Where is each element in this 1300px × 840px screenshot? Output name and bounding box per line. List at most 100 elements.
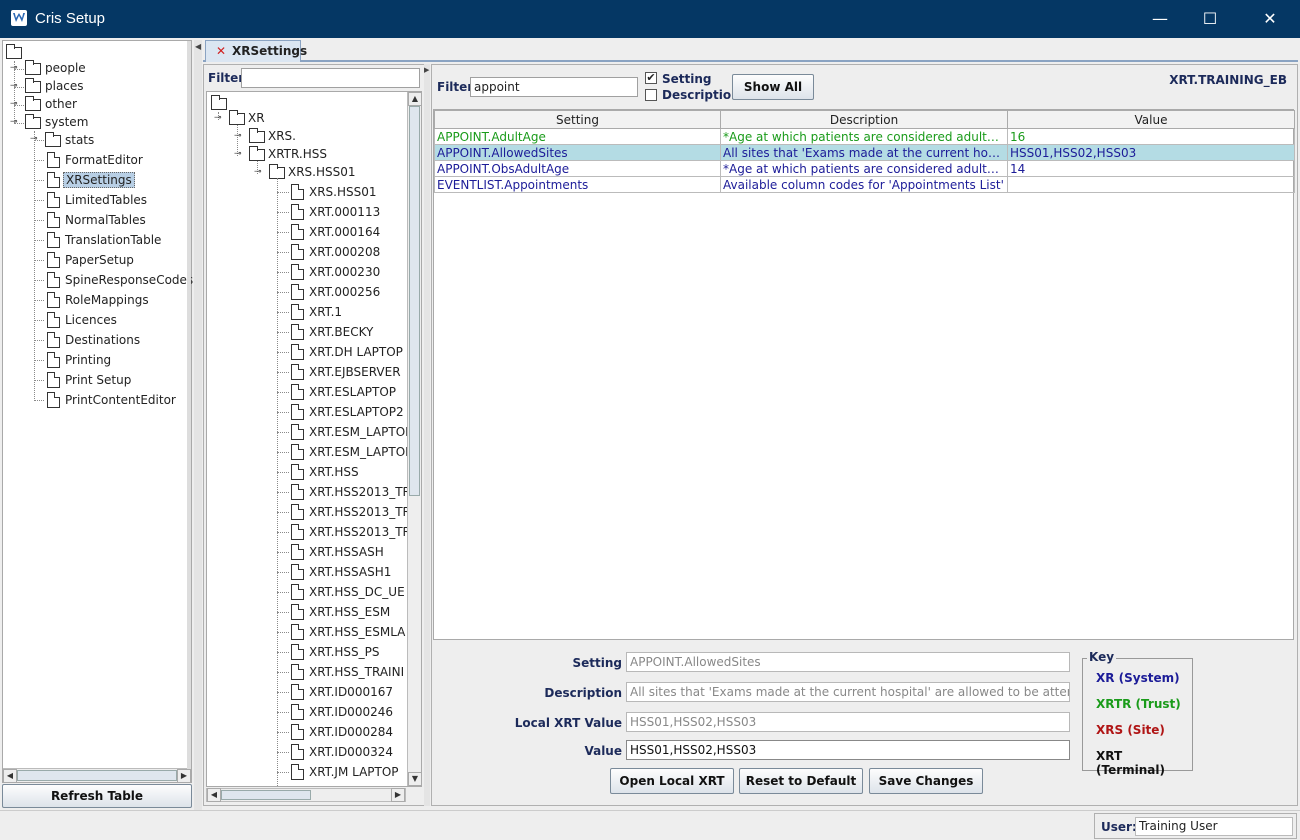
table-row[interactable]: APPOINT.AdultAge *Age at which patients a… [434,128,1295,145]
cell-setting[interactable]: EVENTLIST.Appointments [434,176,721,193]
tree-node-terminal[interactable]: XRT.HSS2013_TR [307,483,409,501]
tree-node-licences[interactable]: Licences [63,311,119,329]
cell-setting[interactable]: APPOINT.ObsAdultAge [434,160,721,177]
tree-node-folder[interactable]: XRTR.HSS [266,145,329,163]
terminal-tree-vscrollbar[interactable]: ▲ ▼ [407,92,421,786]
tree-node-terminal[interactable]: XRT.1 [307,303,409,321]
expand-toggle-icon[interactable]: ⊸ [234,132,243,141]
tree-node-terminal[interactable]: XRT.HSS_PS [307,643,409,661]
tree-filter-input[interactable] [241,68,420,88]
close-window-button[interactable]: ✕ [1244,0,1296,38]
tree-node-terminal[interactable]: XRS.HSS01 [307,183,409,201]
tree-node-terminal[interactable]: XRT.HSSASH [307,543,409,561]
tree-node-formateditor[interactable]: FormatEditor [63,151,145,169]
tree-node-folder[interactable]: XR [246,109,267,127]
table-row[interactable]: APPOINT.ObsAdultAge *Age at which patient… [434,160,1295,177]
tree-node-people[interactable]: people [43,59,88,77]
tree-node-terminal[interactable]: XRT.ESM_LAPTOP [307,443,409,461]
tree-node-terminal[interactable]: XRT.JM LAPTOP [307,763,409,781]
scroll-left-arrow-icon[interactable]: ◀ [3,769,17,783]
settings-filter-input[interactable]: appoint [470,77,638,97]
tree-node-places[interactable]: places [43,77,86,95]
tree-node-limitedtables[interactable]: LimitedTables [63,191,149,209]
cell-setting[interactable]: APPOINT.AdultAge [434,128,721,145]
tree-node-rolemappings[interactable]: RoleMappings [63,291,151,309]
scroll-down-arrow-icon[interactable]: ▼ [408,772,421,786]
left-tree-hscrollbar[interactable]: ◀ ▶ [3,768,191,783]
open-local-xrt-button[interactable]: Open Local XRT [610,768,734,794]
tree-node-terminal[interactable]: XRT.ID000167 [307,683,409,701]
minimize-button[interactable]: — [1134,0,1186,38]
cell-value[interactable]: HSS01,HSS02,HSS03 [1007,144,1295,161]
tree-node-terminal[interactable]: XRT.DH LAPTOP [307,343,409,361]
expand-toggle-icon[interactable]: ⊸ [10,64,19,73]
terminal-tree-hscroll-thumb[interactable] [221,790,311,800]
expand-toggle-icon[interactable]: ⊸ [10,100,19,109]
tree-node-stats[interactable]: stats [63,131,96,149]
cell-description[interactable]: *Age at which patients are considered ad… [720,128,1008,145]
left-tree-hscroll-thumb[interactable] [17,770,177,781]
tree-node-terminal[interactable]: XRT.000208 [307,243,409,261]
tree-node-terminal[interactable]: XRT.HSS_DC_UE [307,583,409,601]
scroll-right-arrow-icon[interactable]: ▶ [391,788,405,802]
tree-node-terminal[interactable]: XRT.ID000246 [307,703,409,721]
inner-splitter[interactable]: ▶ [424,64,430,806]
cell-setting[interactable]: APPOINT.AllowedSites [434,144,721,161]
tree-node-terminal[interactable]: XRT.000230 [307,263,409,281]
scroll-right-arrow-icon[interactable]: ▶ [177,769,191,783]
tree-node-terminal[interactable]: XRT.HSS_ESMLA [307,623,409,641]
maximize-button[interactable]: ☐ [1184,0,1236,38]
tree-node-printcontenteditor[interactable]: PrintContentEditor [63,391,178,409]
tree-node-terminal[interactable]: XRT.000113 [307,203,409,221]
detail-value-input[interactable]: HSS01,HSS02,HSS03 [626,740,1070,760]
tree-node-spineresponsecodes[interactable]: SpineResponseCodes [63,271,195,289]
tree-node-terminal[interactable]: XRT.HSS_ESM [307,603,409,621]
cell-value[interactable] [1007,176,1295,193]
description-checkbox[interactable] [645,89,657,101]
tree-node-terminal[interactable]: XRT.ID000324 [307,743,409,761]
tree-node-terminal[interactable]: XRT.ESLAPTOP2 [307,403,409,421]
cell-value[interactable]: 16 [1007,128,1295,145]
tree-node-terminal[interactable]: XRT.BECKY [307,323,409,341]
tab-xrsettings[interactable]: ✕ XRSettings [205,40,307,62]
column-header-description[interactable]: Description [720,110,1008,129]
save-changes-button[interactable]: Save Changes [869,768,983,794]
cell-description[interactable]: Available column codes for 'Appointments… [720,176,1008,193]
tree-node-xrsettings[interactable]: XRSettings [63,171,135,189]
expand-toggle-icon[interactable]: ⊸ [214,114,223,123]
table-row[interactable]: APPOINT.AllowedSites All sites that 'Exam… [434,144,1295,161]
cell-value[interactable]: 14 [1007,160,1295,177]
scroll-left-arrow-icon[interactable]: ◀ [207,788,221,802]
refresh-table-button[interactable]: Refresh Table [2,784,192,808]
tree-node-papersetup[interactable]: PaperSetup [63,251,136,269]
tree-node-system[interactable]: system [43,113,90,131]
tree-node-normaltables[interactable]: NormalTables [63,211,148,229]
tree-node-terminal[interactable]: XRT.ESM_LAPTOP [307,423,409,441]
expand-toggle-icon[interactable]: ⊸ [10,118,19,127]
tree-node-other[interactable]: other [43,95,79,113]
tree-node-folder[interactable]: XRS. [266,127,298,145]
expand-toggle-icon[interactable]: ⊸ [234,150,243,159]
main-splitter[interactable]: ◀ [194,40,202,810]
terminal-tree-vscroll-thumb[interactable] [409,106,420,496]
tree-node-terminal[interactable]: XRT.EJBSERVER [307,363,409,381]
expand-toggle-icon[interactable]: ⊸ [254,168,263,177]
tree-node-destinations[interactable]: Destinations [63,331,142,349]
column-header-setting[interactable]: Setting [434,110,721,129]
expand-toggle-icon[interactable]: ⊸ [10,82,19,91]
show-all-button[interactable]: Show All [732,74,814,100]
tree-node-terminal[interactable]: XRT.000256 [307,283,409,301]
column-header-value[interactable]: Value [1007,110,1295,129]
expand-toggle-icon[interactable]: ⊸ [30,135,39,144]
tree-node-print-setup[interactable]: Print Setup [63,371,133,389]
tree-node-folder[interactable]: XRS.HSS01 [286,163,358,181]
table-row[interactable]: EVENTLIST.Appointments Available column c… [434,176,1295,193]
tree-node-terminal[interactable]: XRT.000164 [307,223,409,241]
cell-description[interactable]: All sites that 'Exams made at the curren… [720,144,1008,161]
tree-node-translationtable[interactable]: TranslationTable [63,231,163,249]
tree-node-terminal[interactable]: XRT.HSS_TRAINI [307,663,409,681]
setting-checkbox[interactable]: ✔ [645,72,657,84]
tree-node-terminal[interactable]: XRT.HSS2013_TR [307,503,409,521]
tree-node-printing[interactable]: Printing [63,351,113,369]
tree-node-terminal[interactable]: XRT.HSSASH1 [307,563,409,581]
